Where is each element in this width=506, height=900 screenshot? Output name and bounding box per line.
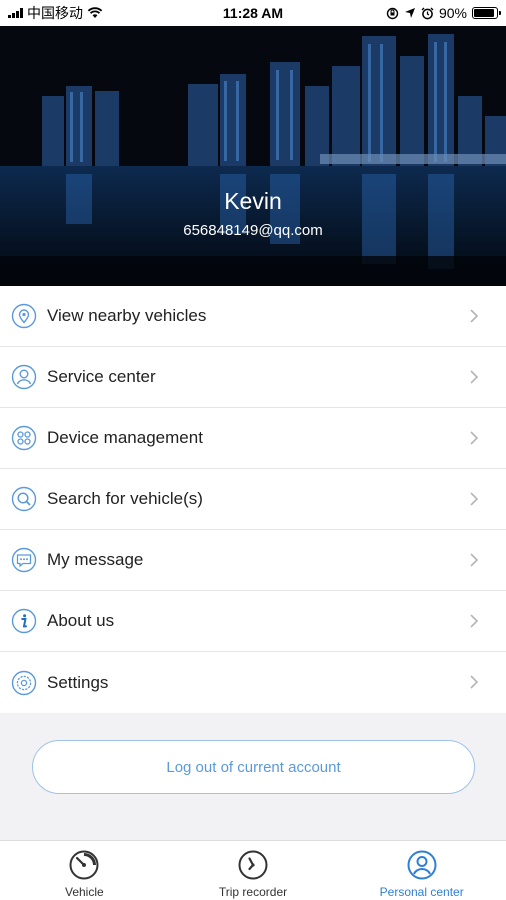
device-grid-icon: [11, 425, 37, 451]
chevron-right-icon: [470, 675, 479, 689]
signal-icon: [8, 8, 23, 18]
person-icon: [11, 364, 37, 390]
menu-item-view-nearby-vehicles[interactable]: View nearby vehicles: [0, 286, 506, 347]
tab-personal-center[interactable]: Personal center: [337, 841, 506, 900]
profile-header: Kevin 656848149@qq.com: [0, 26, 506, 286]
chevron-right-icon: [470, 492, 479, 506]
chevron-right-icon: [470, 614, 479, 628]
status-left: 中国移动: [8, 3, 178, 23]
tab-bar: Vehicle Trip recorder Personal center: [0, 840, 506, 900]
battery-percent: 90%: [438, 5, 467, 21]
logout-button[interactable]: Log out of current account: [32, 740, 475, 794]
info-icon: [11, 608, 37, 634]
message-icon: [11, 547, 37, 573]
menu-item-device-management[interactable]: Device management: [0, 408, 506, 469]
status-bar: 中国移动 11:28 AM 90%: [0, 0, 506, 26]
chevron-right-icon: [470, 370, 479, 384]
menu-label: About us: [47, 611, 115, 630]
rotation-lock-icon: [386, 7, 399, 19]
status-right: 90%: [328, 5, 501, 21]
person-icon: [407, 850, 437, 880]
menu-label: Search for vehicle(s): [47, 489, 203, 508]
tab-label: Trip recorder: [218, 885, 288, 899]
settings-icon: [11, 670, 37, 696]
chevron-right-icon: [470, 309, 479, 323]
search-icon: [11, 486, 37, 512]
user-email: 656848149@qq.com: [183, 222, 323, 239]
menu-label: Settings: [47, 672, 109, 692]
menu-item-search-vehicles[interactable]: Search for vehicle(s): [0, 469, 506, 530]
menu-item-my-message[interactable]: My message: [0, 530, 506, 591]
logout-area: Log out of current account: [0, 714, 506, 840]
tab-vehicle[interactable]: Vehicle: [0, 841, 169, 900]
status-time: 11:28 AM: [222, 5, 284, 21]
menu-label: My message: [47, 550, 144, 569]
location-arrow-icon: [404, 8, 415, 18]
speedometer-icon: [69, 850, 99, 880]
menu-label: Device management: [47, 428, 203, 447]
menu-list: View nearby vehicles Service center Devi…: [0, 286, 506, 713]
menu-item-about-us[interactable]: About us: [0, 591, 506, 652]
alarm-icon: [421, 7, 434, 19]
chevron-right-icon: [470, 553, 479, 567]
carrier-label: 中国移动: [27, 5, 83, 21]
menu-label: Service center: [47, 367, 156, 386]
clock-icon: [238, 850, 268, 880]
tab-label: Personal center: [379, 885, 464, 899]
chevron-right-icon: [470, 431, 479, 445]
battery-fill: [474, 9, 494, 17]
user-name: Kevin: [224, 188, 282, 214]
menu-label: View nearby vehicles: [47, 306, 207, 325]
tab-trip-recorder[interactable]: Trip recorder: [169, 841, 338, 900]
wifi-icon: [87, 7, 103, 18]
city-night-background: [0, 26, 506, 286]
location-pin-icon: [11, 303, 37, 329]
menu-item-settings[interactable]: Settings: [0, 652, 506, 713]
battery-icon: [472, 7, 501, 19]
menu-item-service-center[interactable]: Service center: [0, 347, 506, 408]
tab-label: Vehicle: [64, 885, 104, 899]
